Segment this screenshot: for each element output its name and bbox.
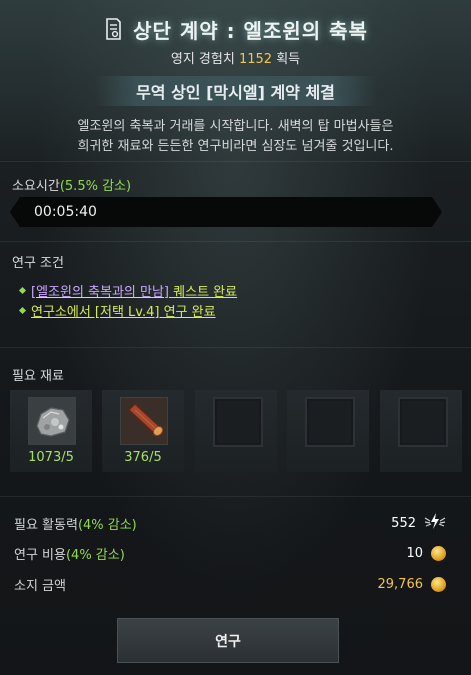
owned-row: 소지 금액 29,766 (14, 572, 446, 596)
owned-value-group: 29,766 (377, 576, 446, 592)
time-label-text: 소요시간 (12, 179, 60, 194)
condition-quest-link[interactable]: [엘조윈의 축복과의 만남] 퀘스트 완료 (31, 281, 237, 300)
material-slot[interactable]: 376/5 (102, 390, 184, 472)
condition-quest-name[interactable]: [엘조윈의 축복과의 만남] (31, 285, 169, 300)
cost-label-text: 연구 비용 (14, 547, 66, 563)
materials-label: 필요 재료 (12, 369, 64, 384)
condition-research-link[interactable]: 연구소에서 [저택 Lv.4] 연구 완료 (31, 301, 216, 320)
activity-row: 필요 활동력(4% 감소) 552 (14, 511, 446, 535)
material-count: 376/5 (124, 450, 162, 465)
condition-quest[interactable]: [엘조윈의 축복과의 만남] 퀘스트 완료 (18, 281, 237, 300)
time-value: 00:05:40 (34, 204, 97, 220)
description: 엘조윈의 축복과 거래를 시작합니다. 새벽의 탑 마법사들은 희귀한 재료와 … (20, 117, 451, 157)
research-panel: 상단 계약 : 엘조윈의 축복 영지 경험치 1152 획득 무역 상인 [막시… (0, 0, 471, 675)
conditions-label: 연구 조건 (12, 256, 64, 271)
timber-icon[interactable] (120, 397, 168, 445)
empty-slot (213, 397, 263, 447)
ore-icon[interactable] (28, 397, 76, 445)
page-title: 상단 계약 : 엘조윈의 축복 (133, 18, 368, 43)
description-line-2: 희귀한 재료와 든든한 연구비라면 심장도 넘겨줄 것입니다. (77, 139, 394, 154)
time-display: 00:05:40 (10, 197, 442, 227)
research-button-label: 연구 (215, 633, 241, 650)
activity-value: 552 (391, 515, 416, 531)
contract-banner: 무역 상인 [막시엘] 계약 체결 (95, 76, 376, 106)
material-slot-empty (195, 390, 277, 472)
title-row: 상단 계약 : 엘조윈의 축복 (0, 12, 471, 46)
cost-reduction: (4% 감소) (65, 547, 125, 563)
cost-value-group: 10 (406, 545, 446, 561)
condition-research[interactable]: 연구소에서 [저택 Lv.4] 연구 완료 (18, 301, 216, 320)
material-slot-empty (380, 390, 462, 472)
divider (0, 161, 471, 162)
cost-label: 연구 비용(4% 감소) (14, 544, 125, 563)
exp-suffix: 획득 (276, 52, 301, 67)
territory-exp-reward: 영지 경험치 1152 획득 (0, 48, 471, 67)
cost-value: 10 (406, 545, 423, 561)
divider (0, 241, 471, 242)
activity-label-text: 필요 활동력 (14, 517, 78, 533)
owned-value: 29,766 (377, 576, 424, 592)
bullet-icon (18, 306, 27, 315)
materials-grid: 1073/5 376/5 (10, 390, 462, 472)
empty-slot (305, 397, 355, 447)
gold-coin-icon (431, 545, 446, 561)
divider (0, 347, 471, 348)
activity-label: 필요 활동력(4% 감소) (14, 514, 137, 533)
material-count: 1073/5 (28, 450, 74, 465)
time-reduction: (5.5% 감소) (59, 179, 132, 194)
owned-label: 소지 금액 (14, 578, 66, 594)
panel-header: 상단 계약 : 엘조윈의 축복 영지 경험치 1152 획득 무역 상인 [막시… (0, 0, 471, 160)
lightning-wings-icon (424, 512, 446, 534)
empty-slot (398, 397, 448, 447)
research-button[interactable]: 연구 (117, 618, 339, 663)
exp-value: 1152 (238, 52, 273, 67)
divider (0, 496, 471, 497)
material-slot[interactable]: 1073/5 (10, 390, 92, 472)
gold-coin-icon (431, 576, 446, 592)
cost-row: 연구 비용(4% 감소) 10 (14, 541, 446, 565)
description-line-1: 엘조윈의 축복과 거래를 시작합니다. 새벽의 탑 마법사들은 (77, 119, 394, 134)
exp-prefix: 영지 경험치 (170, 52, 235, 67)
condition-quest-suffix[interactable]: 퀘스트 완료 (169, 285, 237, 300)
activity-reduction: (4% 감소) (77, 517, 137, 533)
contract-text: 무역 상인 [막시엘] 계약 체결 (136, 83, 335, 102)
scroll-contract-icon (103, 16, 123, 42)
time-label: 소요시간(5.5% 감소) (12, 175, 131, 194)
material-slot-empty (287, 390, 369, 472)
activity-value-group: 552 (391, 512, 446, 534)
bullet-icon (18, 286, 27, 295)
